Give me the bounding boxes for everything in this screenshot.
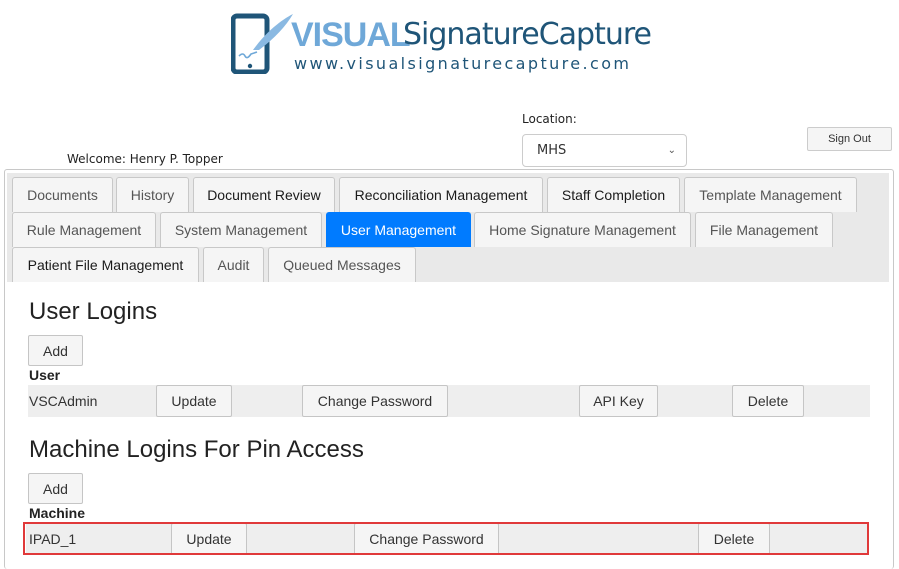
tab-file-management[interactable]: File Management xyxy=(695,212,833,247)
user-name: Henry P. Topper xyxy=(129,152,223,166)
location-select[interactable]: MHS ⌄ xyxy=(522,134,687,167)
tab-home-signature-management[interactable]: Home Signature Management xyxy=(474,212,691,247)
change-password-button[interactable]: Change Password xyxy=(354,523,499,555)
update-button[interactable]: Update xyxy=(171,523,247,555)
welcome-label: Welcome: xyxy=(67,152,126,166)
logo-url: www.visualsignaturecapture.com xyxy=(294,54,632,73)
tab-queued-messages[interactable]: Queued Messages xyxy=(268,247,416,282)
api-key-button[interactable]: API Key xyxy=(579,385,658,417)
tab-patient-file-management[interactable]: Patient File Management xyxy=(12,247,199,282)
user-logins-heading: User Logins xyxy=(29,298,158,325)
logo-brand-rest: SignatureCapture xyxy=(403,17,652,52)
tab-staff-completion[interactable]: Staff Completion xyxy=(547,177,680,212)
tab-system-management[interactable]: System Management xyxy=(160,212,322,247)
table-row: VSCAdmin Update Change Password API Key … xyxy=(28,385,870,417)
tab-history[interactable]: History xyxy=(116,177,189,212)
tab-reconciliation-management[interactable]: Reconciliation Management xyxy=(339,177,543,212)
tab-audit[interactable]: Audit xyxy=(203,247,264,282)
user-column-label: User xyxy=(29,367,61,383)
sign-out-button[interactable]: Sign Out xyxy=(807,127,892,151)
location-value: MHS xyxy=(537,143,567,158)
logo: VISUAL SignatureCapture www.visualsignat… xyxy=(231,6,661,74)
logo-brand-bold: VISUAL xyxy=(291,16,411,54)
location-label: Location: xyxy=(522,112,577,126)
delete-button[interactable]: Delete xyxy=(698,523,770,555)
add-user-button[interactable]: Add xyxy=(28,335,83,366)
tab-rule-management[interactable]: Rule Management xyxy=(12,212,156,247)
machine-column-label: Machine xyxy=(29,505,86,521)
chevron-down-icon: ⌄ xyxy=(667,145,676,156)
machine-logins-heading: Machine Logins For Pin Access xyxy=(29,436,364,463)
tab-document-review[interactable]: Document Review xyxy=(193,177,335,212)
tab-template-management[interactable]: Template Management xyxy=(684,177,857,212)
change-password-button[interactable]: Change Password xyxy=(302,385,448,417)
tab-user-management[interactable]: User Management xyxy=(326,212,471,247)
user-name-cell: VSCAdmin xyxy=(29,393,98,409)
table-row: IPAD_1 Update Change Password Delete xyxy=(26,523,867,555)
add-machine-button[interactable]: Add xyxy=(28,473,83,504)
welcome-text: Welcome: Henry P. Topper xyxy=(67,152,223,166)
tab-documents[interactable]: Documents xyxy=(12,177,113,212)
tablet-pen-icon xyxy=(231,13,293,74)
machine-name-cell: IPAD_1 xyxy=(29,531,77,547)
update-button[interactable]: Update xyxy=(156,385,232,417)
delete-button[interactable]: Delete xyxy=(732,385,804,417)
